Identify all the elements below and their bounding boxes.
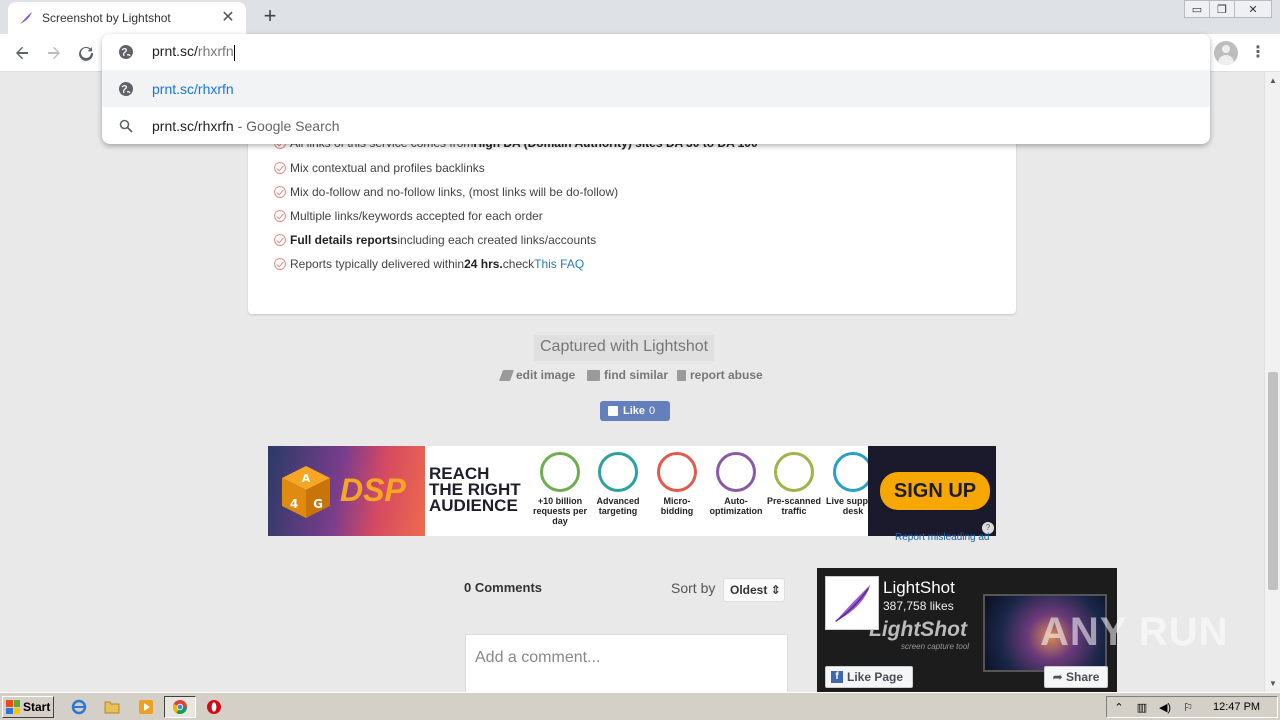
- page-viewport: All links of this service comes from Hig…: [0, 72, 1264, 692]
- target-icon: [598, 452, 638, 492]
- check-icon: [274, 234, 286, 246]
- browser-menu-icon[interactable]: ⋮: [1250, 42, 1266, 64]
- start-button[interactable]: Start: [2, 696, 54, 718]
- maximize-button[interactable]: ❐: [1209, 0, 1235, 18]
- share-arrow-icon: ➦: [1052, 670, 1063, 684]
- a4g-cube-logo: A 4 G: [282, 466, 330, 518]
- action-center-flag-icon[interactable]: ⚐: [1182, 701, 1194, 714]
- tab-close-icon[interactable]: ✕: [220, 10, 236, 26]
- omnibox-input[interactable]: prnt.sc/rhxrfn: [102, 34, 1210, 70]
- captured-with-lightshot-label: Captured with Lightshot: [534, 335, 715, 361]
- browser-tab[interactable]: Screenshot by Lightshot ✕: [8, 2, 246, 34]
- facebook-icon: f: [831, 671, 843, 683]
- reload-icon[interactable]: [74, 41, 98, 65]
- volume-icon[interactable]: ◀): [1159, 701, 1171, 714]
- scrollbar-thumb[interactable]: [1268, 372, 1278, 590]
- check-icon: [274, 162, 286, 174]
- gavel-icon: [657, 452, 697, 492]
- image-icon: [716, 452, 756, 492]
- chart-icon: [540, 452, 580, 492]
- report-abuse-link[interactable]: report abuse: [677, 368, 763, 382]
- profile-avatar-icon[interactable]: [1214, 41, 1238, 65]
- omnibox-dropdown: prnt.sc/rhxrfn prnt.sc/rhxrfn prnt.sc/rh…: [102, 34, 1210, 144]
- check-icon: [274, 186, 286, 198]
- omnibox-suggestion-url[interactable]: prnt.sc/rhxrfn: [102, 70, 1210, 107]
- widget-page-name[interactable]: LightShot: [883, 578, 955, 598]
- report-misleading-ad-link[interactable]: Report misleading ad: [895, 532, 990, 543]
- ad-banner[interactable]: A 4 G DSP REACH THE RIGHT AUDIENCE +10 b…: [268, 446, 996, 536]
- like-page-button[interactable]: f Like Page: [825, 666, 913, 688]
- ad-feature: Pre-scanned traffic: [766, 452, 822, 516]
- new-tab-button[interactable]: +: [258, 5, 282, 29]
- ad-signup-button[interactable]: SIGN UP: [880, 472, 990, 510]
- comments-count: 0 Comments: [464, 580, 543, 595]
- comment-input[interactable]: Add a comment...: [465, 634, 788, 692]
- widget-brand-subtitle: screen capture tool: [901, 642, 970, 651]
- globe-icon: [119, 45, 133, 59]
- feature-item: Full details reports including each crea…: [274, 233, 596, 247]
- ad-feature: Advanced targeting: [590, 452, 646, 516]
- feature-item: Mix contextual and profiles backlinks: [274, 161, 485, 175]
- chrome-taskbar-button[interactable]: [164, 696, 196, 718]
- camera-icon: [587, 369, 600, 381]
- lightshot-feather-icon: [20, 12, 32, 24]
- svg-text:A: A: [302, 472, 311, 485]
- opera-icon[interactable]: [205, 698, 223, 716]
- sort-by-label: Sort by: [671, 580, 716, 596]
- tab-title: Screenshot by Lightshot: [42, 11, 171, 25]
- feature-item: Multiple links/keywords accepted for eac…: [274, 209, 543, 223]
- search-icon: [118, 118, 134, 134]
- check-icon: [274, 210, 286, 222]
- flag-icon: [677, 369, 686, 381]
- feature-item: Reports typically delivered within 24 hr…: [274, 257, 584, 271]
- ad-feature: Micro-bidding: [649, 452, 705, 516]
- widget-brand-text: LightShot: [869, 618, 967, 641]
- folder-icon[interactable]: [103, 698, 121, 716]
- ad-feature: +10 billion requests per day: [532, 452, 588, 526]
- svg-text:G: G: [313, 497, 323, 511]
- magnifier-icon: [774, 452, 814, 492]
- svg-text:4: 4: [290, 497, 298, 511]
- media-player-icon[interactable]: [137, 698, 155, 716]
- ad-brand-text: DSP: [340, 472, 406, 508]
- windows-taskbar: Start ⌃ ▥ ◀) ⚐ 12:47 PM: [0, 692, 1280, 720]
- system-tray: ⌃ ▥ ◀) ⚐ 12:47 PM: [1106, 696, 1278, 718]
- globe-icon: [118, 81, 134, 97]
- find-similar-link[interactable]: find similar: [587, 368, 668, 382]
- scroll-down-arrow-icon[interactable]: ▼: [1269, 679, 1277, 688]
- widget-likes-count: 387,758 likes: [883, 599, 954, 613]
- lightshot-logo-icon: [825, 576, 879, 630]
- ad-headline: REACH THE RIGHT AUDIENCE: [429, 464, 521, 515]
- share-button[interactable]: ➦ Share: [1044, 666, 1108, 688]
- suggestion-url-text: prnt.sc/rhxrfn: [152, 80, 234, 97]
- network-icon[interactable]: ▥: [1136, 701, 1148, 714]
- suggestion-search-text: prnt.sc/rhxrfn - Google Search: [152, 117, 340, 134]
- windows-flag-icon: [6, 700, 20, 714]
- edit-image-link[interactable]: edit image: [498, 368, 575, 382]
- scroll-up-arrow-icon[interactable]: ▲: [1269, 76, 1277, 85]
- minimize-button[interactable]: ▭: [1184, 0, 1210, 18]
- sort-select[interactable]: Oldest ⇕: [723, 578, 785, 602]
- omnibox-suggestion-search[interactable]: prnt.sc/rhxrfn - Google Search: [102, 107, 1210, 144]
- internet-explorer-icon[interactable]: [70, 698, 88, 716]
- facebook-like-button[interactable]: Like 0: [600, 401, 670, 421]
- omnibox-text: prnt.sc/rhxrfn: [152, 43, 235, 61]
- window-close-button[interactable]: ✕: [1234, 0, 1272, 18]
- faq-link[interactable]: This FAQ: [534, 257, 584, 271]
- tab-strip: Screenshot by Lightshot ✕ + ▭ ❐ ✕: [0, 0, 1280, 34]
- thumbs-up-icon: [608, 406, 618, 416]
- forward-arrow-icon[interactable]: [42, 41, 66, 65]
- question-icon: [833, 452, 873, 492]
- back-arrow-icon[interactable]: [10, 41, 34, 65]
- check-icon: [274, 258, 286, 270]
- tray-expand-icon[interactable]: ⌃: [1113, 701, 1125, 714]
- chrome-icon: [172, 700, 187, 714]
- anyrun-watermark: ANY RUN: [1040, 610, 1229, 654]
- ad-feature: Auto-optimization: [708, 452, 764, 516]
- feature-item: Mix do-follow and no-follow links, (most…: [274, 185, 618, 199]
- sort-arrows-icon: ⇕: [770, 583, 781, 597]
- taskbar-clock[interactable]: 12:47 PM: [1213, 701, 1260, 713]
- pencil-icon: [498, 369, 515, 381]
- page-scrollbar[interactable]: ▲ ▼: [1264, 72, 1280, 692]
